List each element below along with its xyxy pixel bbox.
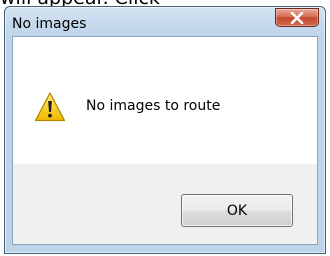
warning-icon — [34, 92, 66, 122]
dialog-window: No images No images to route OK — [4, 6, 326, 254]
dialog-title: No images — [12, 16, 87, 32]
button-area: OK — [13, 164, 317, 244]
close-x-icon — [290, 11, 304, 24]
dialog-body: No images to route OK — [12, 36, 318, 245]
ok-button[interactable]: OK — [181, 194, 293, 227]
close-button[interactable] — [275, 8, 319, 27]
dialog-message: No images to route — [86, 98, 221, 114]
